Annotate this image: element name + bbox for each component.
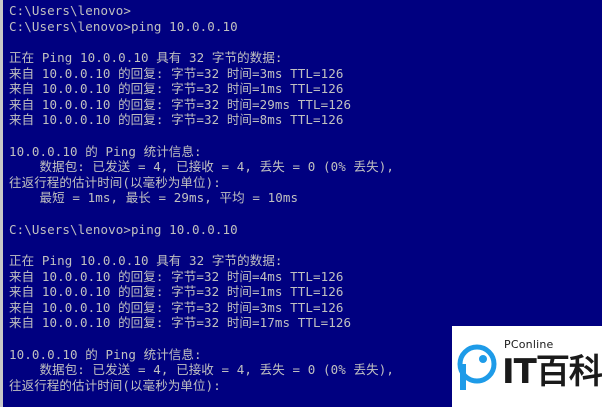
console-line: 来自 10.0.0.10 的回复: 字节=32 时间=1ms TTL=126 xyxy=(9,81,344,96)
pconline-logo-icon xyxy=(457,344,497,390)
console-line: 来自 10.0.0.10 的回复: 字节=32 时间=3ms TTL=126 xyxy=(9,299,344,315)
watermark-title: IT百科 xyxy=(502,352,602,392)
screenshot: C:\Users\lenovo> C:\Users\lenovo>ping 10.… xyxy=(0,0,602,407)
console-line: 10.0.0.10 的 Ping 统计信息: xyxy=(9,143,202,159)
console-line: 往返行程的估计时间(以毫秒为单位): xyxy=(9,174,221,190)
pconline-watermark: PConline IT百科 xyxy=(452,326,602,407)
console-line: C:\Users\lenovo> xyxy=(9,3,132,18)
console-line: 来自 10.0.0.10 的回复: 字节=32 时间=3ms TTL=126 xyxy=(9,65,344,81)
console-line: 来自 10.0.0.10 的回复: 字节=32 时间=4ms TTL=126 xyxy=(9,268,344,284)
console-line: 来自 10.0.0.10 的回复: 字节=32 时间=8ms TTL=126 xyxy=(9,112,344,127)
watermark-brand: PConline xyxy=(504,338,554,351)
console-line: 正在 Ping 10.0.0.10 具有 32 字节的数据: xyxy=(9,253,283,268)
console-line: C:\Users\lenovo>ping 10.0.0.10 xyxy=(9,221,238,237)
console-line: 数据包: 已发送 = 4, 已接收 = 4, 丢失 = 0 (0% 丢失), xyxy=(9,159,394,174)
console-line: 最短 = 1ms, 最长 = 29ms, 平均 = 10ms xyxy=(9,190,299,205)
console-line: 正在 Ping 10.0.0.10 具有 32 字节的数据: xyxy=(9,50,283,65)
console-line: C:\Users\lenovo>ping 10.0.0.10 xyxy=(9,18,238,34)
console-line: 来自 10.0.0.10 的回复: 字节=32 时间=29ms TTL=126 xyxy=(9,96,352,112)
console-line: 来自 10.0.0.10 的回复: 字节=32 时间=1ms TTL=126 xyxy=(9,284,344,299)
